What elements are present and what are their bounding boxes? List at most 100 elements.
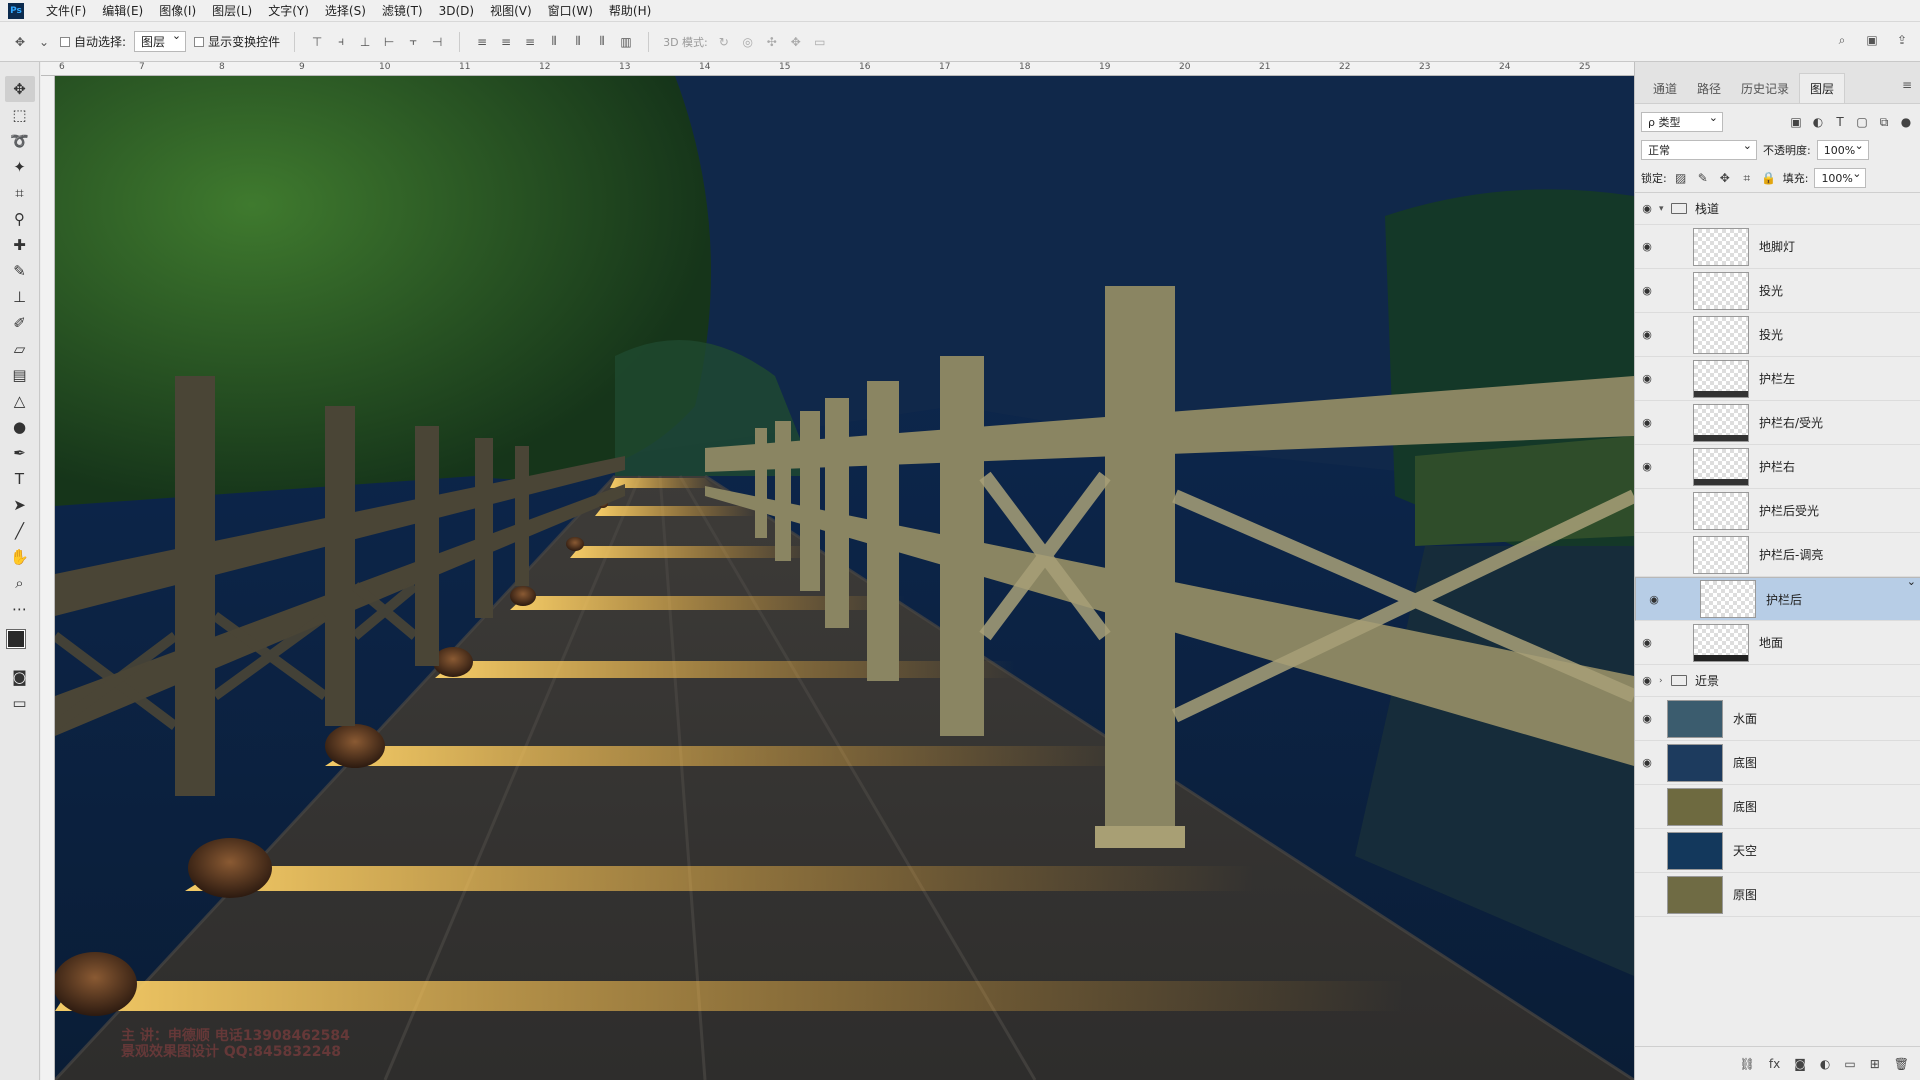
layer-thumbnail[interactable] [1667, 875, 1723, 914]
layer-thumbnail[interactable] [1693, 491, 1749, 530]
tab-history[interactable]: 历史记录 [1731, 74, 1799, 103]
tab-layers[interactable]: 图层 [1799, 73, 1846, 103]
group-expand-icon[interactable]: › [1659, 676, 1671, 686]
marquee-tool-icon[interactable]: ⬚ [5, 102, 35, 128]
layer-name[interactable]: 护栏右 [1759, 458, 1795, 475]
layer-row[interactable]: ◉ 护栏右/受光 [1635, 401, 1920, 445]
layer-name[interactable]: 护栏左 [1759, 370, 1795, 387]
quick-mask-icon[interactable]: ◙ [5, 664, 35, 690]
visibility-eye-icon[interactable]: ◉ [1635, 636, 1659, 649]
layer-name[interactable]: 天空 [1733, 842, 1757, 859]
layer-row[interactable]: ◉ 水面 [1635, 697, 1920, 741]
new-layer-icon[interactable]: ⊞ [1870, 1057, 1880, 1071]
lock-transparent-icon[interactable]: ▨ [1673, 171, 1689, 185]
visibility-eye-icon[interactable]: ◉ [1635, 202, 1659, 215]
show-transform-checkbox[interactable]: 显示变换控件 [194, 33, 280, 50]
align-right-icon[interactable]: ⊣ [429, 34, 445, 50]
visibility-eye-icon[interactable]: ◉ [1635, 844, 1659, 857]
zoom-tool-icon[interactable]: ⌕ [5, 570, 35, 596]
visibility-eye-icon[interactable]: ◉ [1635, 756, 1659, 769]
layer-name[interactable]: 底图 [1733, 798, 1757, 815]
filter-pixel-icon[interactable]: ▣ [1788, 115, 1804, 129]
layer-row[interactable]: ◉ 底图 [1635, 741, 1920, 785]
filter-kind-dropdown[interactable]: ρ 类型 [1641, 111, 1723, 132]
auto-select-checkbox[interactable]: 自动选择: [60, 33, 126, 50]
align-hcenter-icon[interactable]: ⫟ [405, 34, 421, 50]
distribute-vcenter-icon[interactable]: ≡ [498, 34, 514, 50]
pen-tool-icon[interactable]: ✒ [5, 440, 35, 466]
dodge-tool-icon[interactable]: ● [5, 414, 35, 440]
filter-smart-object-icon[interactable]: ⧉ [1876, 115, 1892, 130]
tab-paths[interactable]: 路径 [1687, 74, 1731, 103]
layer-row[interactable]: ◉ 底图 [1635, 785, 1920, 829]
panel-menu-icon[interactable]: ≡ [1902, 78, 1912, 92]
filter-type-icon[interactable]: T [1832, 115, 1848, 129]
visibility-eye-icon[interactable]: ◉ [1635, 712, 1659, 725]
auto-align-icon[interactable]: ▥ [618, 34, 634, 50]
layer-name[interactable]: 底图 [1733, 754, 1757, 771]
menu-file[interactable]: 文件(F) [38, 0, 94, 22]
visibility-eye-icon[interactable]: ◉ [1635, 416, 1659, 429]
gradient-tool-icon[interactable]: ▤ [5, 362, 35, 388]
new-group-icon[interactable]: ▭ [1844, 1057, 1855, 1071]
visibility-eye-icon[interactable]: ◉ [1642, 593, 1666, 606]
layer-thumbnail[interactable] [1693, 227, 1749, 266]
link-layers-icon[interactable]: ⛓ [1740, 1057, 1755, 1071]
type-tool-icon[interactable]: T [5, 466, 35, 492]
brush-tool-icon[interactable]: ✎ [5, 258, 35, 284]
menu-view[interactable]: 视图(V) [482, 0, 540, 22]
layer-thumbnail[interactable] [1693, 315, 1749, 354]
visibility-eye-icon[interactable]: ◉ [1635, 284, 1659, 297]
visibility-eye-icon[interactable]: ◉ [1635, 328, 1659, 341]
layer-thumbnail[interactable] [1700, 580, 1756, 618]
layer-name[interactable]: 投光 [1759, 326, 1783, 343]
magic-wand-tool-icon[interactable]: ✦ [5, 154, 35, 180]
menu-layer[interactable]: 图层(L) [204, 0, 260, 22]
layer-name[interactable]: 栈道 [1695, 200, 1719, 217]
layer-thumbnail[interactable] [1693, 271, 1749, 310]
lock-artboard-icon[interactable]: ⌗ [1739, 171, 1755, 186]
menu-type[interactable]: 文字(Y) [260, 0, 317, 22]
eyedropper-tool-icon[interactable]: ⚲ [5, 206, 35, 232]
layer-row[interactable]: ◉ 护栏后受光 [1635, 489, 1920, 533]
align-bottom-icon[interactable]: ⊥ [357, 34, 373, 50]
filter-adjustment-icon[interactable]: ◐ [1810, 115, 1826, 129]
layer-thumbnail[interactable] [1693, 535, 1749, 574]
menu-help[interactable]: 帮助(H) [601, 0, 659, 22]
menu-filter[interactable]: 滤镜(T) [374, 0, 431, 22]
layer-thumbnail[interactable] [1667, 699, 1723, 738]
menu-3d[interactable]: 3D(D) [431, 0, 482, 22]
layer-thumbnail[interactable] [1693, 403, 1749, 442]
visibility-eye-icon[interactable]: ◉ [1635, 800, 1659, 813]
filter-shape-icon[interactable]: ▢ [1854, 115, 1870, 129]
visibility-eye-icon[interactable]: ◉ [1635, 240, 1659, 253]
3d-scale-icon[interactable]: ▭ [812, 34, 828, 50]
layer-thumbnail[interactable] [1693, 359, 1749, 398]
search-icon[interactable]: ⌕ [1834, 32, 1850, 48]
fill-input[interactable]: 100% [1814, 167, 1867, 188]
distribute-hcenter-icon[interactable]: ⦀ [570, 34, 586, 50]
visibility-eye-icon[interactable]: ◉ [1635, 674, 1659, 687]
layer-group-row[interactable]: ◉ ▾ 栈道 [1635, 193, 1920, 225]
align-left-icon[interactable]: ⊢ [381, 34, 397, 50]
layer-thumbnail[interactable] [1693, 623, 1749, 662]
layer-row[interactable]: ◉ 护栏后 [1635, 575, 1920, 621]
hand-tool-icon[interactable]: ✋ [5, 544, 35, 570]
layer-name[interactable]: 护栏后受光 [1759, 502, 1819, 519]
visibility-eye-icon[interactable]: ◉ [1635, 372, 1659, 385]
layer-name[interactable]: 水面 [1733, 710, 1757, 727]
3d-roll-icon[interactable]: ◎ [740, 34, 756, 50]
path-select-tool-icon[interactable]: ➤ [5, 492, 35, 518]
delete-layer-icon[interactable]: 🗑 [1894, 1057, 1909, 1071]
lock-all-icon[interactable]: 🔒 [1761, 171, 1777, 185]
layer-name[interactable]: 地脚灯 [1759, 238, 1795, 255]
add-mask-icon[interactable]: ◙ [1794, 1057, 1806, 1071]
tab-channels[interactable]: 通道 [1643, 74, 1687, 103]
move-tool-icon[interactable]: ✥ [4, 76, 35, 102]
align-vcenter-icon[interactable]: ⫞ [333, 34, 349, 50]
3d-slide-icon[interactable]: ✥ [788, 34, 804, 50]
workspace-icon[interactable]: ▣ [1864, 32, 1880, 48]
distribute-right-icon[interactable]: ⦀ [594, 34, 610, 50]
layer-thumbnail[interactable] [1667, 787, 1723, 826]
visibility-eye-icon[interactable]: ◉ [1635, 460, 1659, 473]
